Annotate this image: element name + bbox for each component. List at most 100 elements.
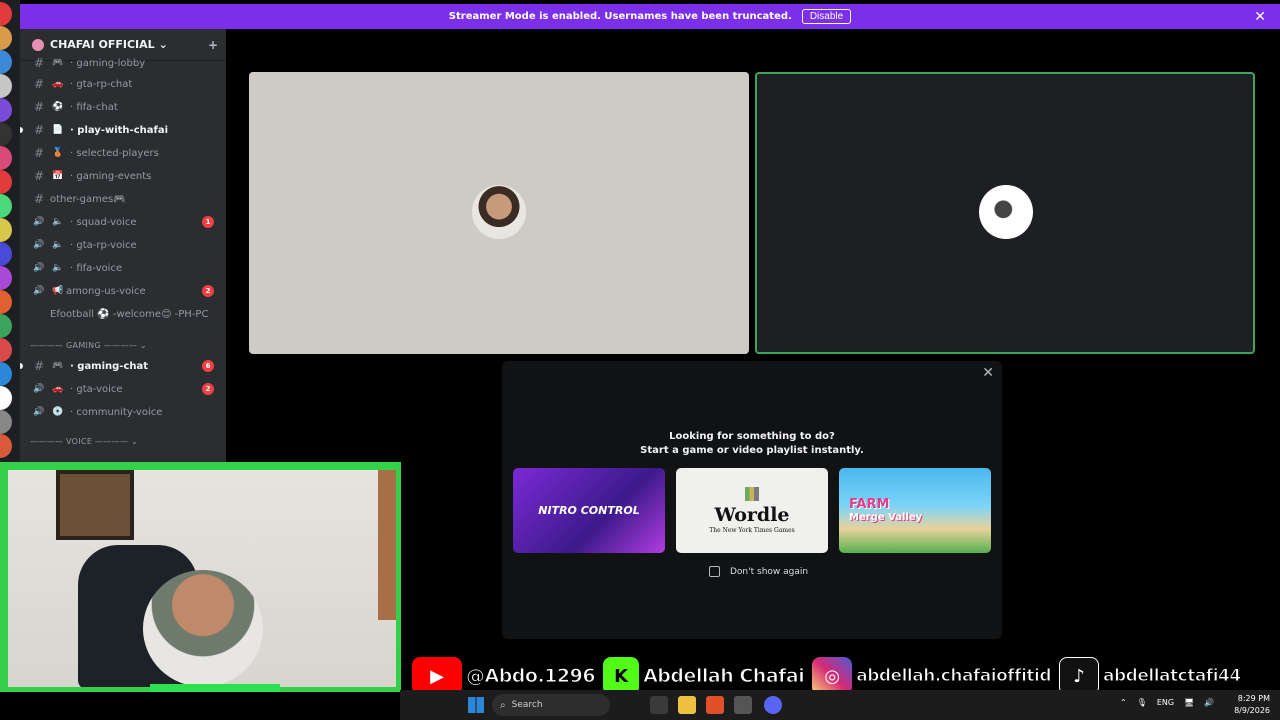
speaker-icon: 🔊 (33, 240, 45, 250)
activity-card-nitro-control[interactable]: NITRO CONTROL (513, 468, 665, 553)
channel-label: Efootball ⚽ -welcome😊 -PH-PC (50, 308, 209, 320)
channel-label: among-us-voice (66, 285, 146, 297)
voice-channel-item[interactable]: 🔊 🔈 · squad-voice 1 (20, 212, 226, 232)
hash-icon: # (33, 77, 45, 91)
speaker-icon: 🔊 (33, 384, 45, 394)
person-add-icon[interactable]: + (208, 38, 218, 52)
voice-channel-item[interactable]: 🔊 💿 · community-voice (20, 402, 226, 422)
server-icon[interactable] (0, 290, 12, 314)
video-tile-speaking[interactable] (755, 72, 1255, 354)
channel-item[interactable]: # 📄 · play-with-chafai (20, 120, 226, 140)
clock[interactable]: 8:29 PM 8/9/2026 (1234, 693, 1270, 717)
file-explorer-icon[interactable] (678, 696, 696, 714)
channel-label: · gta-rp-voice (70, 239, 137, 251)
server-icon[interactable] (0, 146, 12, 170)
server-icon[interactable] (0, 434, 12, 458)
mention-badge: 6 (202, 360, 214, 372)
channel-label: · selected-players (70, 147, 159, 159)
channel-label: · community-voice (70, 406, 163, 418)
close-icon[interactable]: ✕ (982, 365, 994, 381)
channel-label: · fifa-voice (70, 262, 123, 274)
server-icon[interactable] (0, 242, 12, 266)
channel-emoji: 🥉 (52, 148, 64, 158)
channel-item[interactable]: # 🥉 · selected-players (20, 143, 226, 163)
channel-label: · gaming-events (70, 170, 152, 182)
channel-emoji: 📅 (52, 171, 64, 181)
brave-browser-icon[interactable] (706, 696, 724, 714)
channel-sidebar: CHAFAI OFFICIAL ⌄ + # 🎮 · gaming-lobby #… (20, 29, 226, 464)
voice-channel-item[interactable]: 🔊 🔈 · gta-rp-voice (20, 235, 226, 255)
wordle-logo-icon (745, 487, 759, 501)
channel-emoji: 📢 (52, 286, 64, 296)
guild-name: CHAFAI OFFICIAL (50, 38, 155, 51)
dont-show-again-checkbox[interactable]: Don't show again (709, 566, 808, 577)
card-title: FARM (849, 496, 890, 512)
server-icon[interactable] (0, 98, 12, 122)
task-view-icon[interactable] (650, 696, 668, 714)
channel-emoji: 📄 (52, 125, 64, 135)
chevron-up-icon[interactable]: ⌃ (1120, 698, 1127, 707)
voice-channel-item[interactable]: Efootball ⚽ -welcome😊 -PH-PC (20, 304, 226, 324)
taskbar-search[interactable]: ⌕ Search (492, 694, 610, 716)
dont-show-again-label: Don't show again (730, 566, 809, 577)
rifle-graphic (150, 684, 280, 692)
voice-channel-item[interactable]: 🔊 🚗 · gta-voice 2 (20, 379, 226, 399)
server-icon[interactable] (0, 74, 12, 98)
microphone-icon[interactable]: 🎙 (1137, 698, 1147, 707)
server-icon[interactable] (0, 2, 12, 26)
hash-icon: # (33, 169, 45, 183)
server-icon[interactable] (0, 170, 12, 194)
video-tile[interactable] (249, 72, 749, 354)
server-icon[interactable] (0, 26, 12, 50)
channel-label: · squad-voice (70, 216, 137, 228)
channel-label: · gaming-lobby (70, 57, 146, 69)
activity-subtitle: Start a game or video playlist instantly… (640, 445, 864, 456)
channel-emoji: 🎮 (52, 361, 64, 371)
volume-icon[interactable]: 🔊 (1204, 698, 1214, 707)
language-indicator[interactable]: ENG (1157, 698, 1174, 707)
server-icon[interactable] (0, 218, 12, 242)
channel-emoji: ⚽ (52, 102, 64, 112)
server-icon[interactable] (0, 338, 12, 362)
activity-card-farm-merge-valley[interactable]: FARM Merge Valley (839, 468, 991, 553)
network-icon[interactable]: 🖥 (1184, 698, 1194, 707)
door (378, 470, 396, 620)
windows-start-icon[interactable] (468, 697, 484, 713)
voice-channel-item[interactable]: 🔊 📢 among-us-voice 2 (20, 281, 226, 301)
category-voice[interactable]: ———— VOICE ———— ⌄ (30, 437, 138, 446)
channel-emoji: 🔈 (52, 217, 64, 227)
card-title: Wordle (714, 504, 790, 526)
server-icon[interactable] (0, 314, 12, 338)
channel-item[interactable]: # 🚗 · gta-rp-chat (20, 74, 226, 94)
channel-item[interactable]: # other-games🎮 (20, 189, 226, 209)
wall-picture (56, 470, 134, 540)
server-icon[interactable] (0, 194, 12, 218)
discord-icon[interactable] (764, 696, 782, 714)
hash-icon: # (33, 359, 45, 373)
server-icon[interactable] (0, 362, 12, 386)
webcam-feed (8, 470, 396, 687)
hash-icon: # (33, 123, 45, 137)
search-icon: ⌕ (500, 699, 506, 711)
close-icon[interactable]: ✕ (1254, 9, 1266, 25)
channel-item[interactable]: # 🎮 · gaming-lobby (20, 53, 226, 73)
voice-channel-item[interactable]: 🔊 🔈 · fifa-voice (20, 258, 226, 278)
unread-indicator (20, 127, 23, 133)
server-icon[interactable] (0, 386, 12, 410)
mention-badge: 1 (202, 216, 214, 228)
channel-item[interactable]: # 🎮 · gaming-chat 6 (20, 356, 226, 376)
settings-icon[interactable] (734, 696, 752, 714)
activity-title: Looking for something to do? (669, 431, 835, 442)
channel-item[interactable]: # 📅 · gaming-events (20, 166, 226, 186)
server-icon[interactable] (0, 50, 12, 74)
category-gaming[interactable]: ———— GAMING ———— ⌄ (30, 341, 147, 350)
activity-card-wordle[interactable]: Wordle The New York Times Games (676, 468, 828, 553)
server-icon[interactable] (0, 266, 12, 290)
avatar (979, 185, 1033, 239)
channel-item[interactable]: # ⚽ · fifa-chat (20, 97, 226, 117)
server-icon[interactable] (0, 122, 12, 146)
server-icon[interactable] (0, 410, 12, 434)
disable-streamer-mode-button[interactable]: Disable (801, 9, 852, 24)
checkbox-icon[interactable] (709, 566, 720, 577)
avatar (472, 185, 526, 239)
